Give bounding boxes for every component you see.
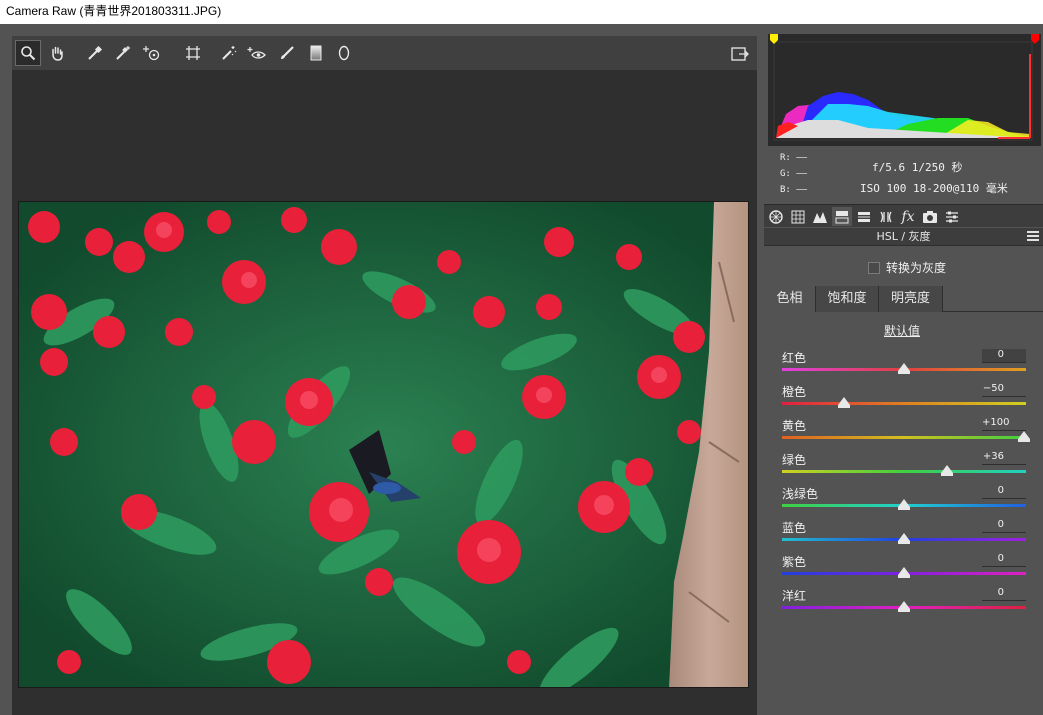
image-canvas[interactable] <box>12 70 757 715</box>
photo-preview <box>18 201 749 688</box>
slider-thumb[interactable] <box>838 397 850 408</box>
slider-value[interactable]: +100 <box>982 417 1026 431</box>
histogram <box>768 34 1041 146</box>
white-balance-tool-icon[interactable] <box>82 40 108 66</box>
slider-label: 蓝色 <box>782 521 807 535</box>
spot-removal-tool-icon[interactable] <box>216 40 242 66</box>
graduated-filter-tool-icon[interactable] <box>303 40 329 66</box>
readout: R: —— G: —— B: —— f/5.6 1/250 秒 ISO 100 … <box>764 148 1043 208</box>
g-readout: G: —— <box>780 169 808 179</box>
slider-magenta[interactable]: 洋红 0 <box>782 587 1026 621</box>
slider-track[interactable] <box>782 402 1026 405</box>
window-title: Camera Raw (青青世界201803311.JPG) <box>0 0 1043 24</box>
zoom-tool-icon[interactable] <box>15 40 41 66</box>
slider-thumb[interactable] <box>941 465 954 476</box>
default-link[interactable]: 默认值 <box>884 322 920 339</box>
tone-curve-icon[interactable] <box>788 207 808 226</box>
detail-icon[interactable] <box>810 207 830 226</box>
slider-label: 紫色 <box>782 555 807 569</box>
lens-info: ISO 100 18-200@110 毫米 <box>860 182 1008 195</box>
slider-thumb[interactable] <box>898 533 910 544</box>
panel-tabs: fx <box>764 204 1043 227</box>
right-panel: R: —— G: —— B: —— f/5.6 1/250 秒 ISO 100 … <box>764 24 1043 715</box>
b-readout: B: —— <box>780 185 808 195</box>
panel-title-text: HSL / 灰度 <box>876 230 931 243</box>
tab-luminance[interactable]: 明亮度 <box>879 286 943 312</box>
slider-blue[interactable]: 蓝色 0 <box>782 519 1026 553</box>
slider-aqua[interactable]: 浅绿色 0 <box>782 485 1026 519</box>
convert-grayscale-label: 转换为灰度 <box>886 261 947 275</box>
transform-tool-icon[interactable] <box>180 40 206 66</box>
slider-track[interactable] <box>782 436 1026 439</box>
slider-yellow[interactable]: 黄色 +100 <box>782 417 1030 451</box>
slider-value[interactable]: 0 <box>982 485 1026 499</box>
slider-label: 浅绿色 <box>782 487 819 501</box>
slider-thumb[interactable] <box>898 499 910 510</box>
camera-calibration-icon[interactable] <box>920 207 940 226</box>
panel-menu-icon[interactable] <box>1027 231 1039 242</box>
slider-value[interactable]: 0 <box>982 553 1026 567</box>
effects-icon[interactable]: fx <box>898 207 918 226</box>
open-preferences-icon[interactable] <box>727 40 753 66</box>
toolbar <box>12 36 757 70</box>
slider-label: 红色 <box>782 351 807 365</box>
split-toning-icon[interactable] <box>854 207 874 226</box>
lens-corrections-icon[interactable] <box>876 207 896 226</box>
slider-label: 洋红 <box>782 589 807 603</box>
slider-thumb[interactable] <box>1018 431 1030 442</box>
slider-value[interactable]: 0 <box>982 349 1026 363</box>
slider-value[interactable]: −50 <box>982 383 1026 397</box>
hsl-panel-icon[interactable] <box>832 207 852 226</box>
slider-value[interactable]: 0 <box>982 587 1026 601</box>
slider-purple[interactable]: 紫色 0 <box>782 553 1026 587</box>
slider-thumb[interactable] <box>898 363 910 374</box>
exposure-info: f/5.6 1/250 秒 <box>872 161 963 174</box>
preview-area <box>0 24 764 715</box>
r-readout: R: —— <box>780 153 808 163</box>
checkbox-box[interactable] <box>868 261 880 274</box>
slider-track[interactable] <box>782 470 1026 473</box>
slider-red[interactable]: 红色 0 <box>782 349 1026 383</box>
slider-label: 绿色 <box>782 453 807 467</box>
tab-saturation[interactable]: 饱和度 <box>816 286 879 312</box>
tab-hue[interactable]: 色相 <box>764 286 816 312</box>
slider-value[interactable]: +36 <box>982 451 1026 465</box>
slider-label: 橙色 <box>782 385 807 399</box>
slider-thumb[interactable] <box>898 601 910 612</box>
slider-thumb[interactable] <box>898 567 910 578</box>
slider-value[interactable]: 0 <box>982 519 1026 533</box>
radial-filter-tool-icon[interactable] <box>331 40 357 66</box>
red-eye-tool-icon[interactable] <box>244 40 270 66</box>
color-sampler-tool-icon[interactable] <box>110 40 136 66</box>
slider-orange[interactable]: 橙色 −50 <box>782 383 1026 417</box>
slider-green[interactable]: 绿色 +36 <box>782 451 1026 485</box>
convert-grayscale-checkbox[interactable]: 转换为灰度 <box>868 259 946 276</box>
basic-panel-icon[interactable] <box>766 207 786 226</box>
hsl-subtabs: 色相 饱和度 明亮度 <box>764 286 1043 312</box>
hand-tool-icon[interactable] <box>44 40 70 66</box>
panel-title: HSL / 灰度 <box>764 228 1043 246</box>
adjustment-brush-tool-icon[interactable] <box>274 40 300 66</box>
target-adjustment-tool-icon[interactable] <box>139 40 165 66</box>
slider-label: 黄色 <box>782 419 807 433</box>
presets-icon[interactable] <box>942 207 962 226</box>
